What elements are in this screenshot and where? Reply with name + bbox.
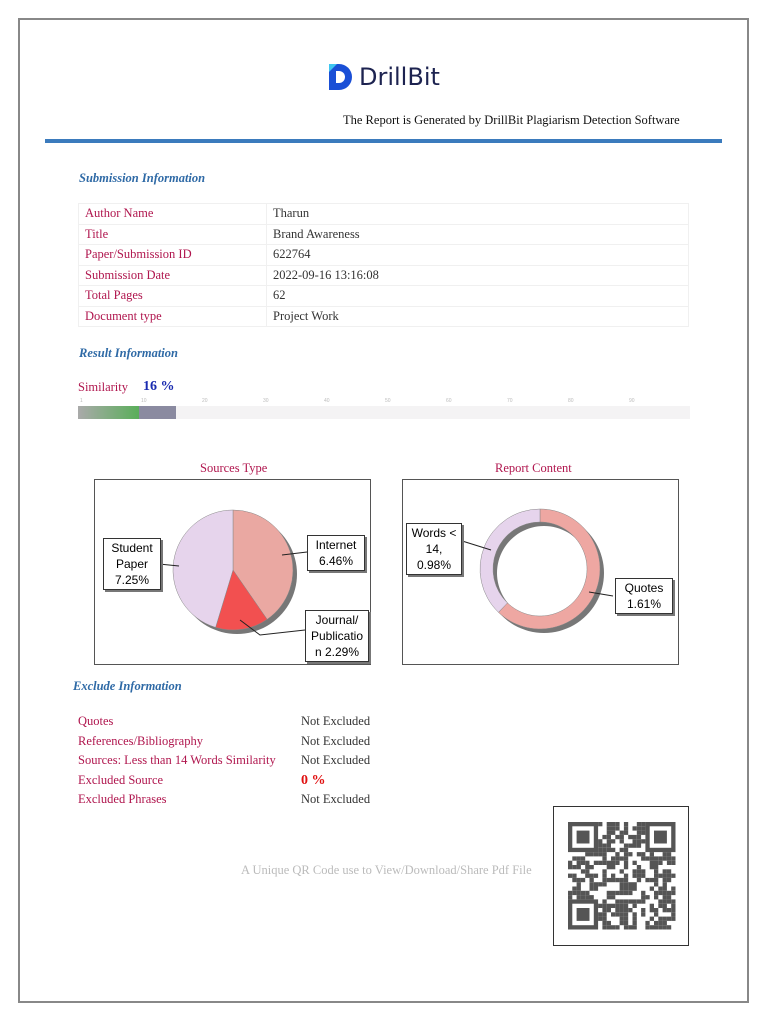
- label-quotes: Quotes 1.61%: [615, 578, 673, 614]
- logo-text: DrillBit: [359, 63, 440, 91]
- scale-tick: 80: [568, 398, 574, 404]
- scale-tick: 50: [385, 398, 391, 404]
- result-heading: Result Information: [79, 346, 178, 360]
- similarity-bar-fill: [78, 406, 139, 419]
- report-content-title: Report Content: [495, 461, 572, 475]
- exclude-heading: Exclude Information: [73, 679, 182, 693]
- scale-tick: 1: [80, 398, 83, 404]
- similarity-bar-fill-secondary: [139, 406, 176, 419]
- row-value: Tharun: [266, 203, 689, 225]
- submission-row: Submission Date 2022-09-16 13:16:08: [78, 264, 689, 286]
- label-internet: Internet 6.46%: [307, 535, 365, 571]
- scale-tick: 60: [446, 398, 452, 404]
- exclude-label: References/Bibliography: [78, 733, 203, 748]
- row-label: Submission Date: [78, 264, 267, 286]
- exclude-value: 0 %: [301, 772, 326, 788]
- exclude-label: Sources: Less than 14 Words Similarity: [78, 753, 276, 767]
- label-text: Quotes 1.61%: [624, 581, 664, 611]
- exclude-value: Not Excluded: [301, 792, 371, 806]
- label-text: Student Paper 7.25%: [111, 541, 153, 587]
- scale-tick: 20: [202, 398, 208, 404]
- exclude-label: Excluded Phrases: [78, 792, 167, 806]
- row-value: Project Work: [266, 305, 689, 327]
- exclude-value: Not Excluded: [301, 753, 371, 767]
- drillbit-logo-icon: [329, 64, 352, 90]
- sources-type-title: Sources Type: [200, 461, 268, 475]
- row-label: Title: [78, 223, 267, 245]
- submission-row: Author Name Tharun: [78, 203, 689, 225]
- label-words: Words < 14, 0.98%: [406, 523, 462, 575]
- label-journal: Journal/ Publicatio n 2.29%: [305, 610, 369, 662]
- scale-tick: 30: [263, 398, 269, 404]
- row-label: Total Pages: [78, 285, 267, 307]
- row-label: Paper/Submission ID: [78, 244, 267, 266]
- label-text: Journal/ Publicatio n 2.29%: [310, 613, 364, 659]
- exclude-label: Quotes: [78, 714, 114, 728]
- row-value: Brand Awareness: [266, 223, 689, 245]
- exclude-value: Not Excluded: [301, 733, 371, 748]
- similarity-label: Similarity: [78, 380, 128, 394]
- submission-row: Title Brand Awareness: [78, 223, 689, 245]
- report-content-chart: Words < 14, 0.98% Quotes 1.61%: [402, 479, 679, 665]
- row-value: 2022-09-16 13:16:08: [266, 264, 689, 286]
- generated-by-text: The Report is Generated by DrillBit Plag…: [343, 113, 680, 127]
- label-text: Internet 6.46%: [315, 538, 357, 568]
- row-label: Document type: [78, 305, 267, 327]
- scale-tick: 90: [629, 398, 635, 404]
- header-divider: [45, 139, 722, 143]
- exclude-label: Excluded Source: [78, 772, 164, 787]
- sources-type-chart: Student Paper 7.25% Internet 6.46% Journ…: [94, 479, 371, 665]
- scale-tick: 70: [507, 398, 513, 404]
- label-student-paper: Student Paper 7.25%: [103, 538, 161, 590]
- scale-tick: 10: [141, 398, 147, 404]
- logo: DrillBit: [327, 62, 440, 92]
- similarity-value: 16 %: [143, 379, 175, 394]
- submission-table: Author Name Tharun Title Brand Awareness Pap…: [78, 203, 689, 327]
- label-text: Words < 14, 0.98%: [411, 526, 457, 572]
- row-label: Author Name: [78, 203, 267, 225]
- submission-heading: Submission Information: [79, 171, 206, 185]
- qr-code-icon: [567, 821, 676, 930]
- row-value: 62: [266, 285, 689, 307]
- submission-row: Paper/Submission ID 622764: [78, 244, 689, 266]
- row-value: 622764: [266, 244, 689, 266]
- submission-row: Total Pages 62: [78, 285, 689, 307]
- submission-row: Document type Project Work: [78, 305, 689, 327]
- qr-code[interactable]: [553, 806, 689, 946]
- exclude-value: Not Excluded: [301, 714, 371, 728]
- qr-caption: A Unique QR Code use to View/Download/Sh…: [241, 863, 532, 877]
- scale-tick: 40: [324, 398, 330, 404]
